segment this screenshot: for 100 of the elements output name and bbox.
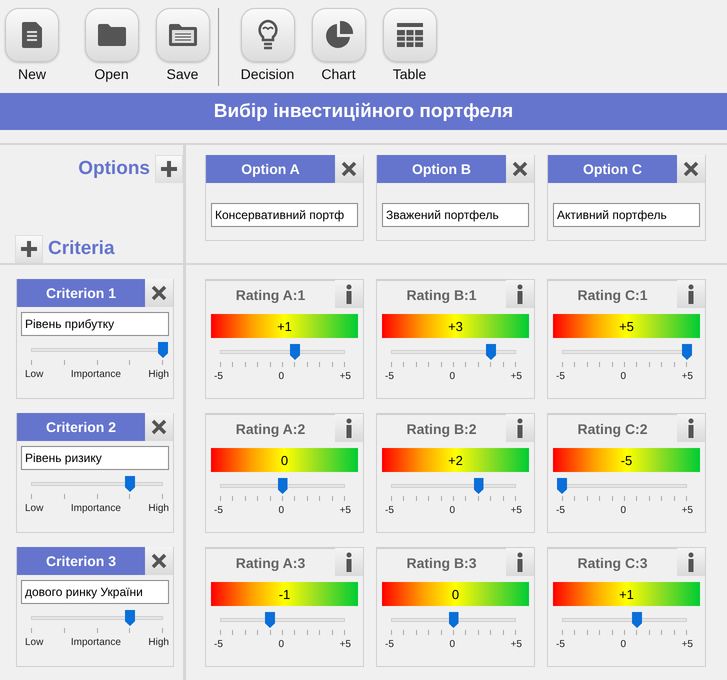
scale-label: High: [148, 369, 169, 380]
info-icon: [516, 552, 524, 572]
scale-label: 0: [620, 639, 626, 650]
info-button[interactable]: [506, 280, 534, 308]
toolbar-button[interactable]: [382, 8, 436, 62]
rating-value: +1: [277, 318, 292, 334]
criterion-header: Criterion 2: [17, 413, 145, 441]
scale-label: -5: [556, 505, 565, 516]
scale-label: -5: [214, 639, 223, 650]
info-icon: [345, 552, 353, 572]
scale-label: High: [148, 503, 169, 514]
add-criterion-button[interactable]: [15, 235, 43, 263]
info-button[interactable]: [506, 548, 534, 576]
info-icon: [687, 284, 695, 304]
criterion-name-field[interactable]: дового ринку України: [21, 580, 169, 604]
rating-value: +5: [619, 318, 634, 334]
rating-value: +2: [448, 452, 463, 468]
folder-icon: [98, 24, 126, 46]
option-name-field[interactable]: Активний портфель: [553, 203, 700, 227]
pie-chart-icon: [324, 20, 354, 50]
close-icon: [683, 161, 699, 177]
slider-thumb[interactable]: [265, 612, 275, 628]
slider-thumb[interactable]: [125, 610, 135, 626]
remove-button[interactable]: [677, 155, 705, 183]
rating-value: 0: [280, 452, 288, 468]
toolbar-label: Save: [166, 66, 198, 82]
info-icon: [687, 552, 695, 572]
toolbar-label: Table: [392, 66, 426, 82]
criterion-header: Criterion 1: [17, 279, 145, 307]
table-icon: [396, 23, 422, 47]
scale-label: 0: [620, 505, 626, 516]
toolbar-button[interactable]: [84, 8, 138, 62]
scale-label: Importance: [70, 369, 121, 380]
slider-thumb[interactable]: [290, 344, 300, 360]
slider-thumb[interactable]: [448, 612, 458, 628]
slider-thumb[interactable]: [158, 342, 168, 358]
criteria-heading: Criteria: [48, 238, 115, 260]
toolbar-label: New: [18, 66, 46, 82]
option-name-field[interactable]: Зважений портфель: [382, 203, 529, 227]
info-button[interactable]: [677, 548, 705, 576]
criterion-name-field[interactable]: Рівень ризику: [21, 446, 169, 470]
options-heading: Options: [78, 158, 150, 180]
info-button[interactable]: [677, 280, 705, 308]
remove-button[interactable]: [506, 155, 534, 183]
close-icon: [512, 161, 528, 177]
remove-button[interactable]: [145, 547, 173, 575]
plus-icon: [20, 240, 38, 258]
scale-label: +5: [682, 371, 693, 382]
slider-thumb[interactable]: [474, 478, 484, 494]
option-name-field[interactable]: Консервативний портф: [211, 203, 358, 227]
rating-value: -1: [278, 586, 290, 602]
slider-thumb[interactable]: [557, 478, 567, 494]
scale-label: -5: [556, 371, 565, 382]
toolbar-button[interactable]: [240, 8, 294, 62]
slider-thumb[interactable]: [632, 612, 642, 628]
scale-label: Importance: [70, 503, 121, 514]
scale-label: -5: [385, 505, 394, 516]
info-icon: [516, 284, 524, 304]
toolbar-button[interactable]: [156, 8, 210, 62]
info-button[interactable]: [506, 414, 534, 442]
slider-thumb[interactable]: [125, 476, 135, 492]
remove-button[interactable]: [335, 155, 363, 183]
rating-value: -5: [620, 452, 632, 468]
scale-label: -5: [214, 505, 223, 516]
toolbar-button[interactable]: [312, 8, 366, 62]
criterion-name-field[interactable]: Рівень прибутку: [21, 312, 169, 336]
slider-thumb[interactable]: [486, 344, 496, 360]
close-icon: [151, 285, 167, 301]
close-icon: [151, 553, 167, 569]
toolbar-label: Decision: [240, 66, 294, 82]
scale-label: Importance: [70, 637, 121, 648]
scale-label: -5: [214, 371, 223, 382]
info-button[interactable]: [677, 414, 705, 442]
info-icon: [516, 418, 524, 438]
toolbar-label: Open: [94, 66, 129, 82]
lightbulb-icon: [256, 19, 280, 51]
folder-document-icon: [168, 24, 196, 46]
scale-label: 0: [449, 639, 456, 650]
toolbar-label: Chart: [321, 66, 356, 82]
plus-icon: [160, 160, 178, 178]
close-icon: [151, 419, 167, 435]
remove-button[interactable]: [145, 413, 173, 441]
add-option-button[interactable]: [155, 155, 183, 183]
rating-value: 0: [452, 586, 460, 602]
info-button[interactable]: [335, 280, 363, 308]
rating-value: +1: [619, 586, 634, 602]
info-button[interactable]: [335, 548, 363, 576]
slider-thumb[interactable]: [278, 478, 288, 494]
scale-label: Low: [25, 503, 44, 514]
remove-button[interactable]: [145, 279, 173, 307]
document-icon: [22, 22, 42, 48]
slider-thumb[interactable]: [682, 344, 692, 360]
scale-label: +5: [510, 371, 522, 382]
scale-label: 0: [278, 505, 284, 516]
scale-label: Low: [25, 637, 44, 648]
toolbar-button[interactable]: [5, 8, 59, 62]
option-header: Option A: [206, 155, 335, 183]
window-title: Вибір інвестиційного портфеля: [214, 100, 514, 122]
scale-label: +5: [340, 505, 351, 516]
info-button[interactable]: [335, 414, 363, 442]
